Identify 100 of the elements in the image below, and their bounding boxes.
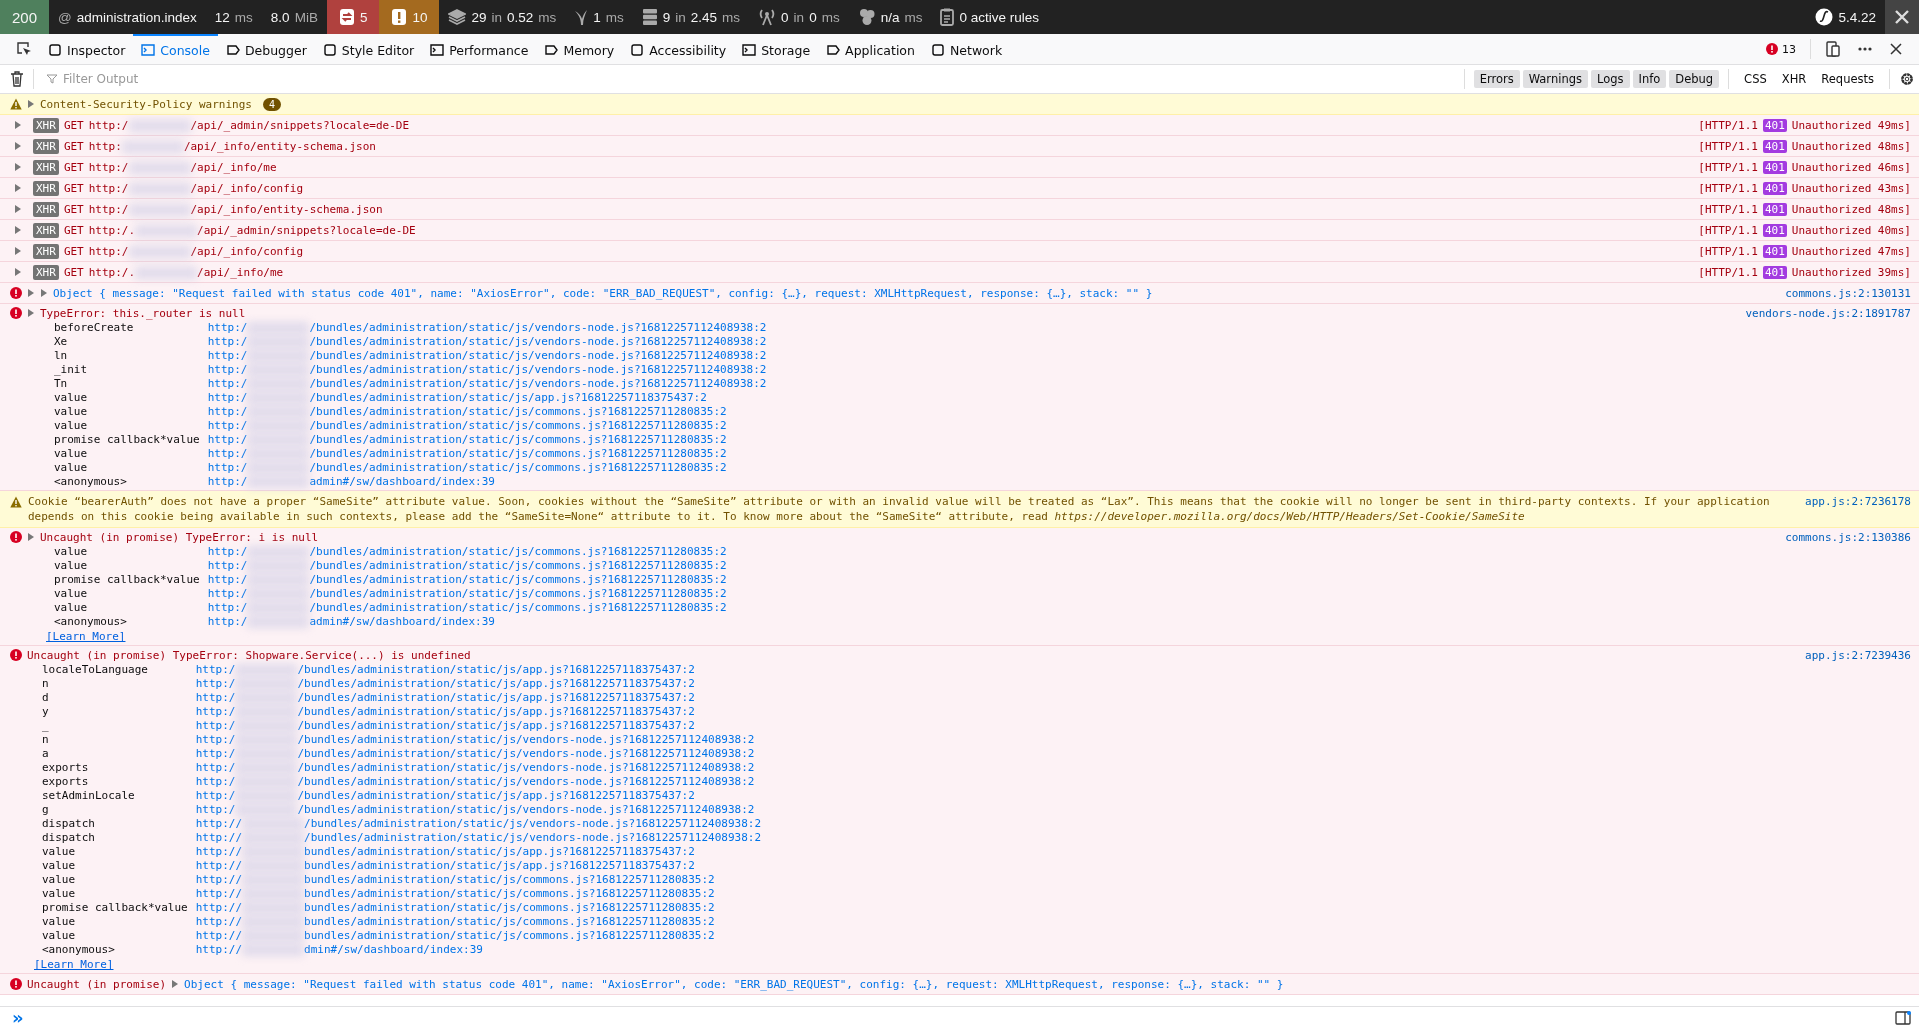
request-time[interactable]: 12 [214,9,230,25]
expand-arrow-icon[interactable] [14,163,22,171]
version-number[interactable]: 5.4.22 [1838,9,1876,25]
devtools-tab[interactable]: Accessibility [622,34,735,64]
object-preview[interactable]: Object { message: "Request failed with status code 401", name: "AxiosError", code: "ERR_BAD_REQUEST", config: {…}, request: XMLHttpRequest, response: {…}, stack: "" } [184,977,1284,991]
toolbar-value[interactable]: 0 [809,9,817,25]
expand-arrow-icon[interactable] [40,289,48,297]
network-request-row[interactable]: XHR GET http:/ /api/_info/entity-schema.json [HTTP/1.1 401 Unauthorized 48ms] [0,199,1919,220]
filter-toggle[interactable]: Debug [1669,70,1720,88]
close-icon[interactable] [1889,42,1903,56]
toolbar-value[interactable]: 1 [593,9,601,25]
responsive-mode-icon[interactable] [1825,41,1841,57]
frame-link[interactable]: http:/ /bundles/administration/static/js/app.js?16812257118375437:2 [207,391,767,405]
devtools-tab[interactable]: Application [818,34,923,64]
editor-mode-icon[interactable] [1895,1011,1911,1025]
filter-toggle[interactable]: Errors [1473,70,1520,88]
network-request-row[interactable]: XHR GET http:/ /api/_admin/snippets?locale=de-DE [HTTP/1.1 401 Unauthorized 49ms] [0,115,1919,136]
frame-link[interactable]: http:/ /bundles/administration/static/js/vendors-node.js?16812257112408938:2 [207,377,767,391]
frame-link[interactable]: http:/ /bundles/administration/static/js/vendors-node.js?16812257112408938:2 [195,803,762,817]
frame-link[interactable]: http:/ /bundles/administration/static/js/commons.js?1681225711280835:2 [207,433,767,447]
request-url[interactable]: http:/ /api/_info/config [88,181,304,195]
expand-arrow-icon[interactable] [14,121,22,129]
warning-group-row[interactable]: Content-Security-Policy warnings 4 [0,94,1919,115]
frame-link[interactable]: http:// bundles/administration/static/js/commons.js?1681225711280835:2 [195,873,762,887]
request-url[interactable]: http:/ /api/_admin/snippets?locale=de-DE [88,118,410,132]
filter-toggle[interactable]: XHR [1775,70,1813,88]
devtools-tab[interactable]: Storage [734,34,819,64]
learn-more-link[interactable]: [Learn More] [46,629,126,644]
request-url[interactable]: http:/ /api/_info/me [88,160,277,174]
frame-link[interactable]: http:/ /bundles/administration/static/js/vendors-node.js?16812257112408938:2 [195,761,762,775]
expand-arrow-icon[interactable] [14,142,22,150]
learn-more-link[interactable]: [Learn More] [34,957,114,972]
frame-link[interactable]: http:/ /bundles/administration/static/js/app.js?16812257118375437:2 [195,705,762,719]
network-request-row[interactable]: XHR GET http:/ /api/_info/me [HTTP/1.1 401 Unauthorized 46ms] [0,157,1919,178]
devtools-tab[interactable]: Performance [422,34,537,64]
filter-toggle[interactable]: Warnings [1522,70,1588,88]
filter-toggle[interactable]: CSS [1738,70,1773,88]
frame-link[interactable]: http:// bundles/administration/static/js/commons.js?1681225711280835:2 [195,929,762,943]
expand-arrow-icon[interactable] [14,268,22,276]
frame-link[interactable]: http:/ admin#/sw/dashboard/index:39 [207,475,767,489]
frame-link[interactable]: http:/ admin#/sw/dashboard/index:39 [207,615,727,629]
source-link[interactable]: vendors-node.js:2:1891787 [1745,306,1911,320]
console-input[interactable]: » [0,1006,1919,1029]
toolbar-value[interactable]: 0.52 [507,9,534,25]
frame-link[interactable]: http:// bundles/administration/static/js/commons.js?1681225711280835:2 [195,887,762,901]
request-url[interactable]: http:/ /api/_info/config [88,244,304,258]
devtools-tab[interactable]: Style Editor [314,34,423,64]
frame-link[interactable]: http:/ /bundles/administration/static/js/app.js?16812257118375437:2 [195,691,762,705]
frame-link[interactable]: http:// bundles/administration/static/js/app.js?16812257118375437:2 [195,845,762,859]
frame-link[interactable]: http:/ /bundles/administration/static/js/commons.js?1681225711280835:2 [207,461,767,475]
devtools-tab[interactable]: Debugger [217,34,315,64]
request-url[interactable]: http:/. /api/_info/me [88,265,284,279]
frame-link[interactable]: http:/ /bundles/administration/static/js/app.js?16812257118375437:2 [195,719,762,733]
network-request-row[interactable]: XHR GET http: /api/_info/entity-schema.json [HTTP/1.1 401 Unauthorized 48ms] [0,136,1919,157]
source-link[interactable]: commons.js:2:130131 [1785,286,1911,300]
expand-arrow-icon[interactable] [27,309,35,317]
request-url[interactable]: http: /api/_info/entity-schema.json [88,139,376,153]
frame-link[interactable]: http:/ /bundles/administration/static/js/commons.js?1681225711280835:2 [207,419,767,433]
network-request-row[interactable]: XHR GET http:/ /api/_info/config [HTTP/1.1 401 Unauthorized 47ms] [0,241,1919,262]
expand-arrow-icon[interactable] [14,205,22,213]
toolbar-value[interactable]: 0 active rules [959,9,1039,25]
filter-toggle[interactable]: Info [1632,70,1667,88]
toolbar-value[interactable]: 9 [662,9,671,25]
toolbar-value[interactable]: 29 [471,9,487,25]
devtools-tab[interactable]: Inspector [40,34,134,64]
frame-link[interactable]: http:// /bundles/administration/static/js/vendors-node.js?16812257112408938:2 [195,831,762,845]
element-picker-icon[interactable] [16,41,32,57]
route-name[interactable]: administration.index [76,9,197,25]
status-code[interactable]: 200 [0,0,50,34]
close-button[interactable] [1885,0,1919,34]
frame-link[interactable]: http:/ /bundles/administration/static/js/commons.js?1681225711280835:2 [207,601,727,615]
frame-link[interactable]: http:/ /bundles/administration/static/js/commons.js?1681225711280835:2 [207,573,727,587]
frame-link[interactable]: http:/ /bundles/administration/static/js/vendors-node.js?16812257112408938:2 [195,775,762,789]
toolbar-value[interactable]: 2.45 [690,9,718,25]
source-link[interactable]: commons.js:2:130386 [1785,530,1911,544]
toolbar-value[interactable]: 0 [781,9,789,25]
source-link[interactable]: app.js:2:7236178 [1805,494,1911,509]
frame-link[interactable]: http:/ /bundles/administration/static/js/vendors-node.js?16812257112408938:2 [195,733,762,747]
expand-arrow-icon[interactable] [27,100,35,108]
toolbar-value[interactable]: n/a [880,9,900,25]
request-url[interactable]: http:/ /api/_info/entity-schema.json [88,202,383,216]
filter-toggle[interactable]: Logs [1590,70,1630,88]
devtools-tab[interactable]: Network [922,34,1011,64]
expand-arrow-icon[interactable] [171,980,180,988]
frame-link[interactable]: http:/ /bundles/administration/static/js/app.js?16812257118375437:2 [195,789,762,803]
filter-field[interactable]: Filter Output [61,71,1451,87]
frame-link[interactable]: http:/ /bundles/administration/static/js/commons.js?1681225711280835:2 [207,405,767,419]
expand-arrow-icon[interactable] [14,226,22,234]
frame-link[interactable]: http:// dmin#/sw/dashboard/index:39 [195,943,762,957]
frame-link[interactable]: http:// bundles/administration/static/js/app.js?16812257118375437:2 [195,859,762,873]
source-link[interactable]: app.js:2:7239436 [1805,648,1911,662]
network-request-row[interactable]: XHR GET http:/. /api/_admin/snippets?locale=de-DE [HTTP/1.1 401 Unauthorized 40ms] [0,220,1919,241]
frame-link[interactable]: http:// /bundles/administration/static/js/vendors-node.js?16812257112408938:2 [195,817,762,831]
frame-link[interactable]: http:/ /bundles/administration/static/js/commons.js?1681225711280835:2 [207,447,767,461]
toolbar-badge[interactable]: 5 [326,0,380,34]
frame-link[interactable]: http:/ /bundles/administration/static/js/commons.js?1681225711280835:2 [207,559,727,573]
memory-usage[interactable]: 8.0 [270,9,290,25]
expand-arrow-icon[interactable] [27,289,35,297]
object-preview[interactable]: Object { message: "Request failed with status code 401", name: "AxiosError", code: "ERR_BAD_REQUEST", config: {…}, request: XMLHttpRequest, response: {…}, stack: "" } [53,286,1153,300]
frame-link[interactable]: http:/ /bundles/administration/static/js/app.js?16812257118375437:2 [195,663,762,677]
